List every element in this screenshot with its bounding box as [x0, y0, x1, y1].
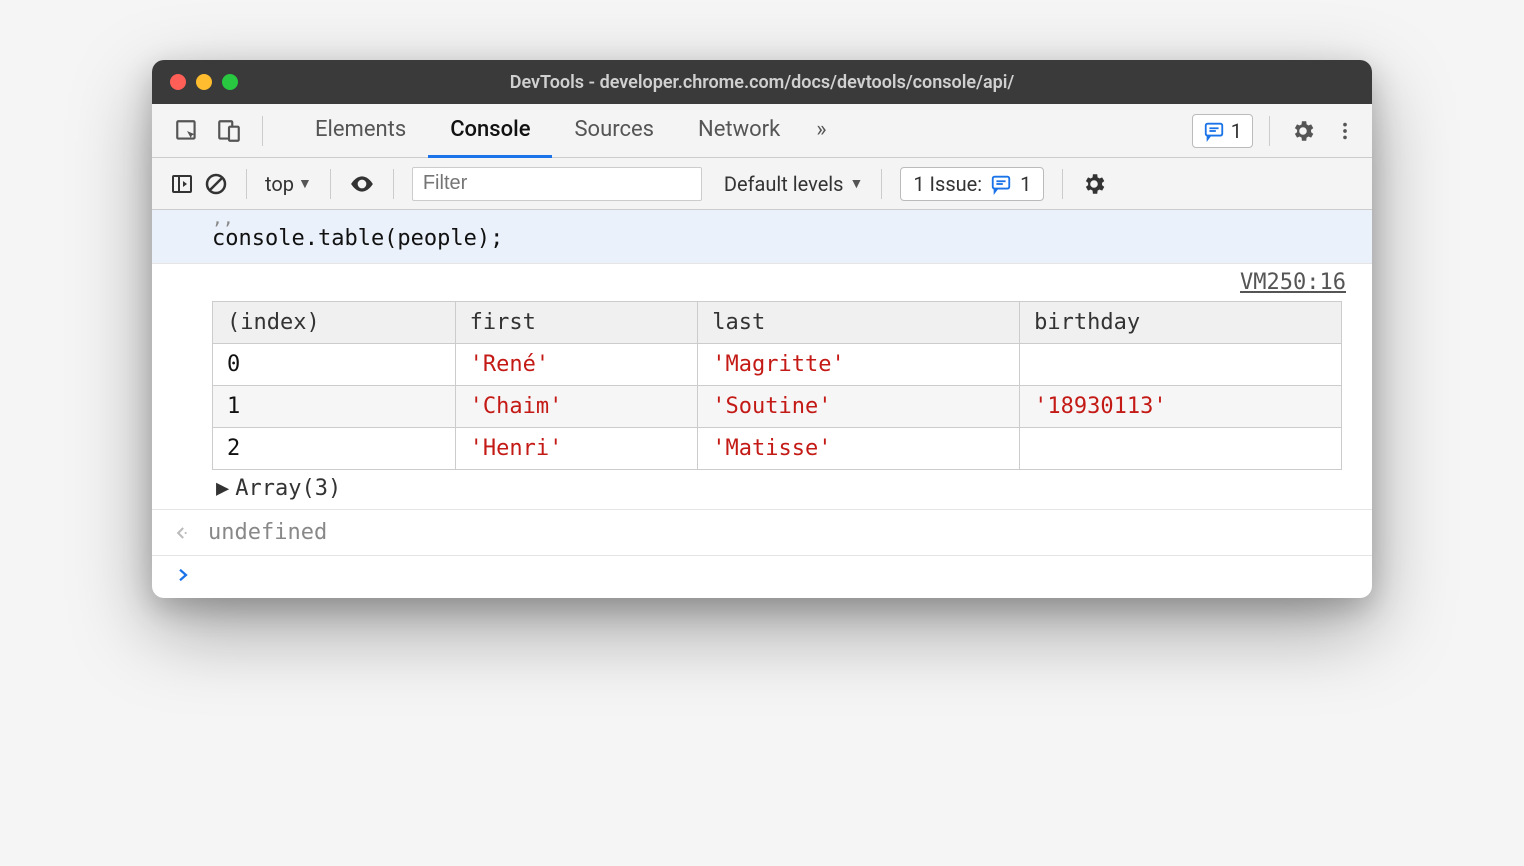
filter-input[interactable]: [412, 167, 702, 201]
return-value: undefined: [208, 520, 327, 545]
table-header-row: (index) first last birthday: [213, 302, 1342, 344]
issue-count: 1: [1020, 172, 1031, 196]
live-expression-button[interactable]: [349, 171, 375, 197]
kebab-icon: [1334, 120, 1356, 142]
console-filter-bar: top ▼ Default levels ▼ 1 Issue: 1: [152, 158, 1372, 210]
cell-index: 0: [213, 344, 456, 386]
cell-last: 'Soutine': [698, 386, 1020, 428]
maximize-window-button[interactable]: [222, 74, 238, 90]
devtools-window: DevTools - developer.chrome.com/docs/dev…: [152, 60, 1372, 598]
cell-last: 'Magritte': [698, 344, 1020, 386]
messages-count: 1: [1231, 119, 1242, 143]
dropdown-icon: ▼: [850, 175, 864, 192]
inspect-element-icon[interactable]: [170, 114, 204, 148]
tab-network[interactable]: Network: [676, 104, 802, 158]
col-birthday[interactable]: birthday: [1020, 302, 1342, 344]
context-selector[interactable]: top ▼: [265, 172, 312, 196]
console-table: (index) first last birthday 0 'René' 'Ma…: [212, 301, 1342, 470]
divider: [262, 116, 263, 146]
divider: [393, 169, 394, 199]
context-label: top: [265, 172, 294, 196]
console-body: ,, console.table(people); VM250:16 (inde…: [152, 210, 1372, 598]
source-link[interactable]: VM250:16: [212, 264, 1352, 301]
main-toolbar: Elements Console Sources Network » 1: [152, 104, 1372, 158]
console-input-echo: ,, console.table(people);: [152, 210, 1372, 264]
col-first[interactable]: first: [455, 302, 698, 344]
return-row: undefined: [152, 510, 1372, 556]
cell-birthday: [1020, 344, 1342, 386]
eye-icon: [349, 171, 375, 197]
return-arrow-icon: [174, 523, 194, 543]
tab-elements[interactable]: Elements: [293, 104, 428, 158]
table-row[interactable]: 1 'Chaim' 'Soutine' '18930113': [213, 386, 1342, 428]
chevron-right-icon: [174, 566, 192, 584]
divider: [881, 169, 882, 199]
table-row[interactable]: 0 'René' 'Magritte': [213, 344, 1342, 386]
message-icon: [990, 173, 1012, 195]
divider: [246, 169, 247, 199]
issue-label: 1 Issue:: [913, 172, 982, 196]
clear-console-button[interactable]: [204, 172, 228, 196]
cell-first: 'Chaim': [455, 386, 698, 428]
divider: [1269, 116, 1270, 146]
array-expand[interactable]: ▶ Array(3): [212, 470, 1352, 501]
array-label: Array(3): [235, 476, 341, 501]
tab-console[interactable]: Console: [428, 104, 552, 158]
close-window-button[interactable]: [170, 74, 186, 90]
gear-icon: [1081, 171, 1107, 197]
more-options-button[interactable]: [1328, 114, 1362, 148]
code-text: console.table(people);: [212, 226, 503, 251]
chevron-double-right-icon: »: [816, 117, 826, 142]
divider: [1062, 169, 1063, 199]
messages-button[interactable]: 1: [1192, 114, 1253, 148]
cell-birthday: [1020, 428, 1342, 470]
more-tabs-button[interactable]: »: [802, 104, 840, 158]
console-prompt[interactable]: [152, 556, 1372, 598]
cell-first: 'René': [455, 344, 698, 386]
window-title: DevTools - developer.chrome.com/docs/dev…: [168, 72, 1356, 93]
table-row[interactable]: 2 'Henri' 'Matisse': [213, 428, 1342, 470]
traffic-lights: [170, 74, 238, 90]
minimize-window-button[interactable]: [196, 74, 212, 90]
cell-first: 'Henri': [455, 428, 698, 470]
cell-index: 1: [213, 386, 456, 428]
cell-birthday: '18930113': [1020, 386, 1342, 428]
tab-sources[interactable]: Sources: [552, 104, 676, 158]
log-levels-selector[interactable]: Default levels ▼: [724, 172, 864, 196]
dropdown-icon: ▼: [298, 175, 312, 192]
console-output: VM250:16 (index) first last birthday 0 '…: [152, 264, 1372, 510]
device-toolbar-icon[interactable]: [212, 114, 246, 148]
levels-label: Default levels: [724, 172, 844, 196]
gear-icon: [1290, 118, 1316, 144]
sidebar-icon: [170, 172, 194, 196]
col-index[interactable]: (index): [213, 302, 456, 344]
issues-button[interactable]: 1 Issue: 1: [900, 167, 1044, 201]
clear-icon: [204, 172, 228, 196]
cell-last: 'Matisse': [698, 428, 1020, 470]
col-last[interactable]: last: [698, 302, 1020, 344]
toggle-sidebar-button[interactable]: [170, 172, 194, 196]
message-icon: [1203, 120, 1225, 142]
panel-tabs: Elements Console Sources Network »: [293, 104, 841, 158]
divider: [330, 169, 331, 199]
cell-index: 2: [213, 428, 456, 470]
caret-right-icon: ▶: [216, 476, 229, 501]
titlebar: DevTools - developer.chrome.com/docs/dev…: [152, 60, 1372, 104]
console-settings-button[interactable]: [1081, 171, 1107, 197]
settings-button[interactable]: [1286, 114, 1320, 148]
